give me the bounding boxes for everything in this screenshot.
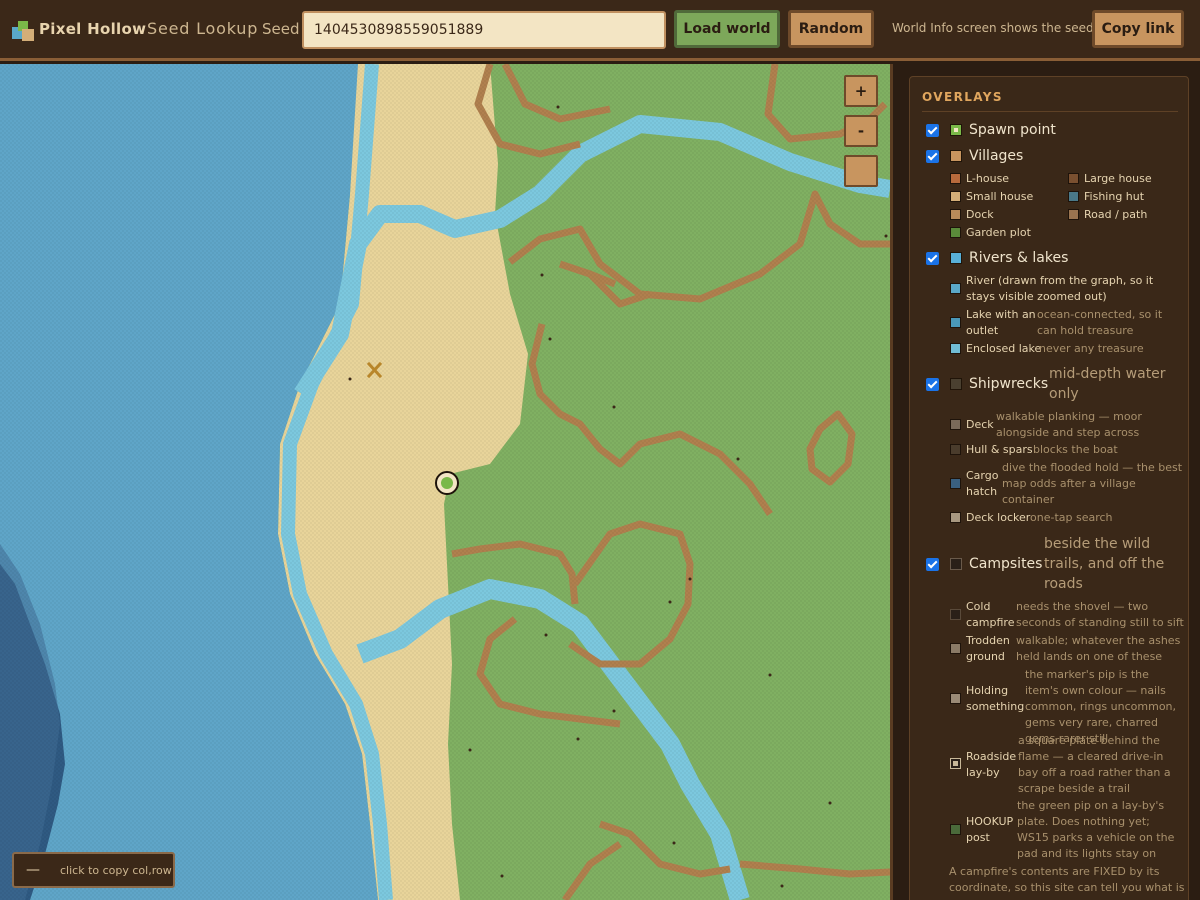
legend-small-house: Small house [966,190,1034,203]
group-label-spawn: Spawn point [969,122,1056,138]
zoom-out-button[interactable]: - [844,115,878,147]
toggle-shipwrecks[interactable] [926,378,939,391]
desc-deck: walkable planking — moor alongside and s… [996,410,1142,439]
coordinate-hint: click to copy col,row [60,864,172,877]
legend-hookup-post: HOOKUP post [966,815,1014,844]
legend-l-house: L-house [966,172,1010,185]
swatch-small-house [950,191,961,202]
legend-holding-something: Holding something [966,684,1025,713]
toggle-rivers-lakes[interactable] [926,252,939,265]
legend-fishing-hut: Fishing hut [1084,190,1145,203]
spawn-marker [435,471,459,495]
villages-swatch [950,150,962,162]
legend-garden-plot: Garden plot [966,226,1031,239]
group-label-shipwrecks: Shipwrecks [969,376,1049,392]
group-label-villages: Villages [969,148,1024,164]
seed-input[interactable] [302,11,666,49]
swatch-deck [950,419,961,430]
world-map[interactable]: + - — click to copy col,row [0,64,890,900]
campsites-swatch [950,558,962,570]
shipwrecks-swatch [950,378,962,390]
swatch-garden-plot [950,227,961,238]
toggle-spawn-point[interactable] [926,124,939,137]
desc-enclosed-lake: never any treasure [1039,342,1144,355]
load-world-button[interactable]: Load world [674,10,780,48]
overlays-panel: OVERLAYS Spawn point Villages L-house La… [909,76,1189,900]
rivers-swatch [950,252,962,264]
swatch-river [950,283,961,294]
desc-deck-locker: one-tap search [1030,511,1113,524]
legend-road-path: Road / path [1084,208,1148,221]
group-desc-campsites: beside the wild trails, and off the road… [1044,536,1165,592]
swatch-lake-outlet [950,317,961,328]
spawn-swatch [950,124,962,136]
legend-trodden-ground: Trodden ground [966,634,1010,663]
desc-cold-campfire: needs the shovel — two seconds of standi… [1016,600,1184,629]
swatch-cargo-hatch [950,478,961,489]
legend-deck: Deck [966,418,994,431]
swatch-hookup-post [950,824,961,835]
swatch-holding-something [950,693,961,704]
map-extra-button[interactable] [844,155,878,187]
logo-icon [12,21,34,41]
random-seed-button[interactable]: Random [788,10,874,48]
swatch-large-house [1068,173,1079,184]
sidebar: OVERLAYS Spawn point Villages L-house La… [890,64,1200,900]
desc-cargo-hatch: dive the flooded hold — the best map odd… [1002,461,1183,506]
group-label-campsites: Campsites [969,556,1043,572]
seed-hint: World Info screen shows the seed [892,21,1094,35]
swatch-roadside-layby [950,758,961,769]
legend-cold-campfire: Cold campfire [966,600,1015,629]
coordinate-value: — [26,862,40,878]
coordinate-readout[interactable]: — click to copy col,row [12,852,175,888]
legend-cargo-hatch: Cargo hatch [966,469,999,498]
overlays-title: OVERLAYS [922,90,1003,104]
legend-hull-spars: Hull & spars [966,443,1033,456]
desc-hull-spars: blocks the boat [1033,443,1118,456]
legend-deck-locker: Deck locker [966,511,1031,524]
desc-hookup-post: the green pip on a lay-by's plate. Does … [1017,799,1175,860]
swatch-l-house [950,173,961,184]
legend-enclosed-lake: Enclosed lake [966,342,1042,355]
toggle-villages[interactable] [926,150,939,163]
swatch-cold-campfire [950,609,961,620]
swatch-deck-locker [950,512,961,523]
swatch-enclosed-lake [950,343,961,354]
overlays-footnote: A campfire's contents are FIXED by its c… [949,865,1185,894]
app-subtitle: Seed Lookup [147,19,259,38]
legend-river: River (drawn from the graph, so it stays… [966,274,1154,303]
legend-dock: Dock [966,208,994,221]
group-label-rivers: Rivers & lakes [969,250,1069,266]
desc-trodden-ground: walkable; whatever the ashes held lands … [1016,634,1181,663]
divider [922,111,1178,112]
desc-lake-outlet: ocean-connected, so it can hold treasure [1037,308,1163,337]
swatch-road-path [1068,209,1079,220]
zoom-in-button[interactable]: + [844,75,878,107]
legend-large-house: Large house [1084,172,1152,185]
app-brand: Pixel Hollow [39,20,147,38]
swatch-trodden-ground [950,643,961,654]
group-desc-shipwrecks: mid-depth water only [1049,366,1166,402]
legend-lake-outlet: Lake with an outlet [966,308,1036,337]
swatch-fishing-hut [1068,191,1079,202]
legend-roadside-layby: Roadside lay-by [966,750,1017,779]
swatch-dock [950,209,961,220]
seed-label: Seed [262,20,300,38]
copy-link-button[interactable]: Copy link [1092,10,1184,48]
map-canvas[interactable] [0,64,890,900]
toggle-campsites[interactable] [926,558,939,571]
desc-roadside-layby: a square plate behind the flame — a clea… [1018,734,1171,795]
swatch-hull-spars [950,444,961,455]
top-bar: Pixel Hollow Seed Lookup Seed Load world… [0,0,1200,61]
